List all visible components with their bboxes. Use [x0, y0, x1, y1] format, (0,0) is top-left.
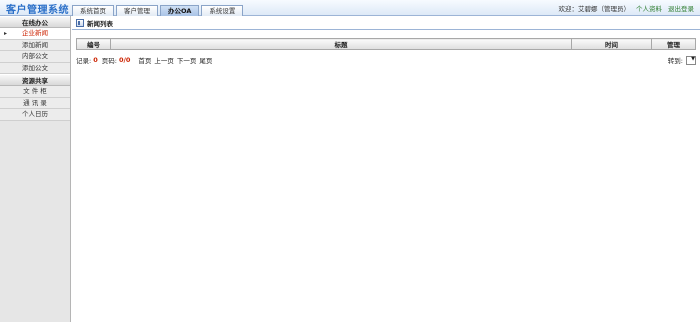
tab-settings[interactable]: 系统设置 [201, 5, 244, 16]
sidebar-item-label: 企业新闻 [22, 29, 48, 37]
sidebar-item-calendar[interactable]: 个人日历 [0, 109, 70, 121]
sidebar-item-address-book[interactable]: 通 讯 录 [0, 97, 70, 109]
main-tabs: 系统首页 客户管理 办公OA 系统设置 [72, 5, 245, 16]
last-page-link[interactable]: 尾页 [199, 55, 212, 65]
caret-right-icon: ▸ [4, 30, 8, 37]
top-bar: 客户管理系统 系统首页 客户管理 办公OA 系统设置 欢迎：艾碧娜（管理员） 个… [0, 0, 700, 16]
sidebar-item-file-cabinet[interactable]: 文 件 柜 [0, 86, 70, 98]
tab-office-oa[interactable]: 办公OA [160, 5, 200, 16]
profile-link[interactable]: 个人资料 [636, 3, 662, 13]
news-table: 编号 标题 时间 管理 [76, 38, 696, 50]
tab-home[interactable]: 系统首页 [72, 5, 114, 16]
sidebar: 在线办公 ▸ 企业新闻 添加新闻 内部公文 添加公文 资源共享 文 件 柜 通 … [0, 16, 71, 322]
goto-page-select[interactable]: ▼ [686, 56, 696, 65]
list-icon [76, 18, 84, 27]
panel-title: 新闻列表 [87, 19, 113, 28]
sidebar-item-internal-docs[interactable]: 内部公文 [0, 51, 70, 63]
first-page-link[interactable]: 首页 [138, 55, 151, 65]
goto-label: 转到: [667, 57, 683, 65]
welcome-text: 欢迎：艾碧娜（管理员） [558, 5, 631, 13]
main-content: 新闻列表 编号 标题 时间 管理 记录: 0 页码: 0/0 首页 上一页 下一… [72, 16, 700, 322]
sidebar-group-resource-sharing[interactable]: 资源共享 [0, 74, 70, 86]
column-header-title[interactable]: 标题 [110, 38, 572, 50]
logout-link[interactable]: 退出登录 [668, 3, 694, 13]
column-header-time[interactable]: 时间 [571, 38, 652, 50]
page-select[interactable] [686, 56, 696, 65]
app-title: 客户管理系统 [6, 5, 69, 16]
records-label: 记录: [76, 57, 92, 65]
next-page-link[interactable]: 下一页 [177, 55, 197, 65]
sidebar-item-add-news[interactable]: 添加新闻 [0, 39, 70, 51]
panel-header: 新闻列表 [72, 16, 700, 30]
records-count: 0 [93, 56, 98, 64]
pages-value: 0/0 [118, 56, 131, 64]
sidebar-item-add-doc[interactable]: 添加公文 [0, 62, 70, 74]
pages-label: 页码: [101, 57, 117, 65]
column-header-manage[interactable]: 管理 [651, 38, 696, 50]
tab-customer[interactable]: 客户管理 [116, 5, 158, 16]
sidebar-item-company-news[interactable]: ▸ 企业新闻 [0, 28, 70, 40]
sidebar-group-online-office[interactable]: 在线办公 [0, 16, 70, 28]
table-header-row: 编号 标题 时间 管理 [76, 38, 696, 50]
prev-page-link[interactable]: 上一页 [154, 55, 174, 65]
pager: 记录: 0 页码: 0/0 首页 上一页 下一页 尾页 转到: ▼ [76, 54, 696, 66]
column-header-id[interactable]: 编号 [76, 38, 111, 50]
goto-page: 转到: ▼ [668, 55, 696, 65]
user-area: 欢迎：艾碧娜（管理员） 个人资料 退出登录 [559, 3, 695, 13]
